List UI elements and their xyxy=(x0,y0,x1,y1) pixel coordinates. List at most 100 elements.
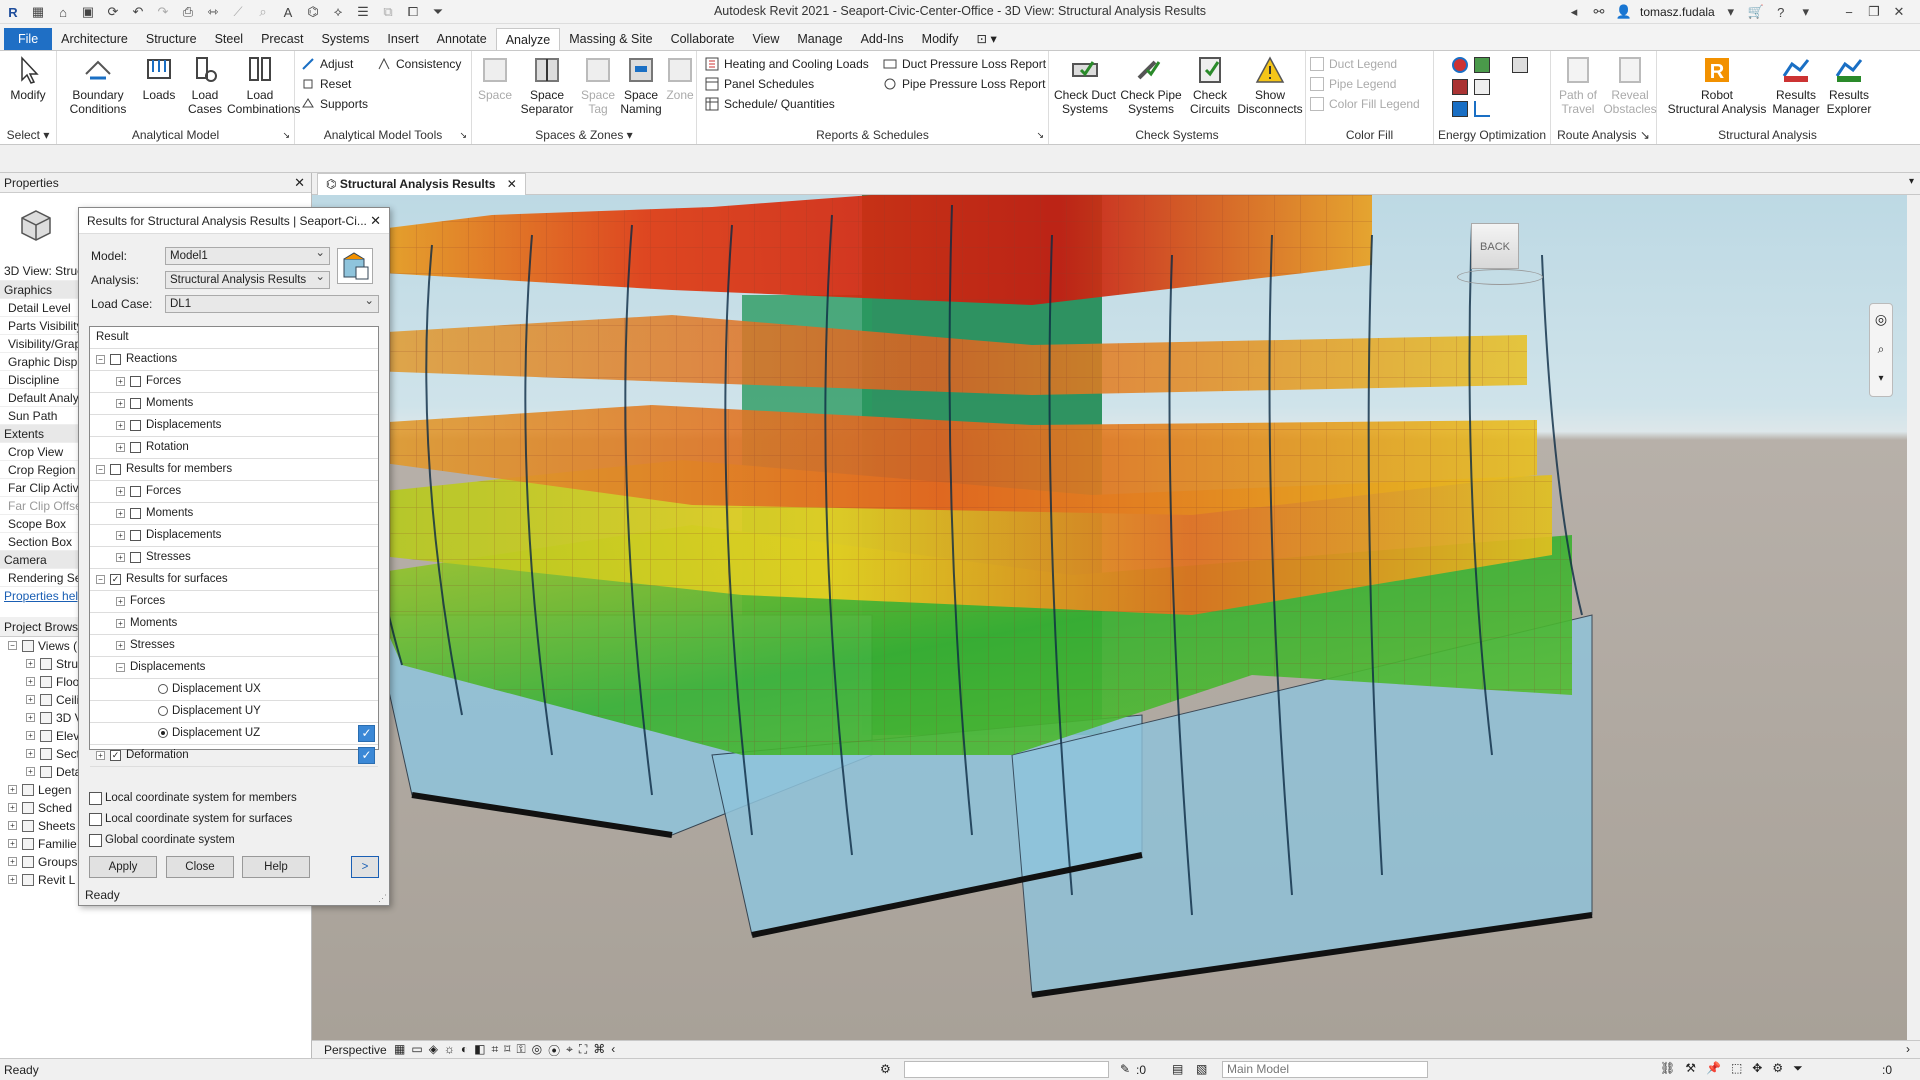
expand-icon[interactable]: + xyxy=(26,713,35,722)
result-tree-item[interactable]: + Forces xyxy=(90,591,378,613)
coordinate-option-checkbox[interactable]: Global coordinate system xyxy=(89,832,235,848)
result-tree-item[interactable]: Displacement UX xyxy=(90,679,378,701)
sun-path-icon[interactable]: ☼ xyxy=(444,1042,455,1059)
select-links-icon[interactable]: ⛓ xyxy=(1660,1061,1675,1076)
result-tree-item[interactable]: − Reactions xyxy=(90,349,378,371)
load-combinations-button[interactable]: Load Combinations xyxy=(227,54,300,116)
analysis-settings-button[interactable] xyxy=(337,248,373,284)
result-checkbox[interactable] xyxy=(130,442,141,453)
redo-icon[interactable]: ↷ xyxy=(154,3,172,21)
tab-analyze[interactable]: Analyze xyxy=(495,28,561,50)
tab-structural-analysis-results[interactable]: ⌬ Structural Analysis Results ✕ xyxy=(317,173,526,195)
apply-button[interactable]: Apply xyxy=(89,856,157,878)
filter-icon[interactable]: ⏷ xyxy=(1793,1061,1803,1076)
panel-launcher-icon[interactable]: ↘ xyxy=(282,130,290,141)
drag-elements-icon[interactable]: ✥ xyxy=(1752,1061,1762,1076)
duct-pressure-button[interactable]: Duct Pressure Loss Report xyxy=(883,54,1046,74)
revit-logo-icon[interactable]: R xyxy=(4,3,22,21)
result-checkbox[interactable] xyxy=(130,530,141,541)
resize-grip-icon[interactable]: ⋰ xyxy=(378,893,387,904)
render-icon[interactable]: ◧ xyxy=(474,1042,485,1059)
cart-icon[interactable]: 🛒 xyxy=(1747,3,1765,21)
energy-model-icon[interactable] xyxy=(1474,57,1490,73)
result-tree-item[interactable]: − Results for members xyxy=(90,459,378,481)
expand-icon[interactable]: + xyxy=(8,821,17,830)
close-button[interactable]: Close xyxy=(166,856,234,878)
pipe-legend-button[interactable]: Pipe Legend xyxy=(1310,74,1396,94)
user-name[interactable]: tomasz.fudala xyxy=(1640,5,1715,19)
result-tree-item[interactable]: − Displacements xyxy=(90,657,378,679)
result-tree-item[interactable]: + Moments xyxy=(90,613,378,635)
results-explorer-button[interactable]: Results Explorer xyxy=(1823,54,1875,116)
home-icon[interactable]: ▦ xyxy=(29,3,47,21)
help-button[interactable]: Help xyxy=(242,856,310,878)
collapse-icon[interactable]: − xyxy=(96,465,105,474)
tab-massing-site[interactable]: Massing & Site xyxy=(560,28,661,50)
help-dropdown-icon[interactable]: ▾ xyxy=(1797,3,1815,21)
result-tree-item[interactable]: + Stresses xyxy=(90,635,378,657)
tab-collaborate[interactable]: Collaborate xyxy=(662,28,744,50)
result-checkbox[interactable] xyxy=(110,354,121,365)
result-tree-item[interactable]: + Stresses xyxy=(90,547,378,569)
expand-icon[interactable]: + xyxy=(116,531,125,540)
boundary-conditions-button[interactable]: Boundary Conditions xyxy=(63,54,133,116)
view-cube-compass[interactable] xyxy=(1457,269,1543,285)
expand-icon[interactable]: + xyxy=(26,659,35,668)
dimension-icon[interactable]: ⟋ xyxy=(229,3,247,21)
visual-style-icon[interactable]: ◈ xyxy=(429,1042,438,1059)
tab-insert[interactable]: Insert xyxy=(378,28,427,50)
result-checkbox[interactable] xyxy=(130,552,141,563)
collapse-icon[interactable]: − xyxy=(116,663,125,672)
expand-icon[interactable]: + xyxy=(96,751,105,760)
result-radio[interactable] xyxy=(158,706,168,716)
scroll-right-icon[interactable]: › xyxy=(1906,1042,1910,1056)
expand-icon[interactable]: + xyxy=(116,399,125,408)
panel-launcher-icon[interactable]: ↘ xyxy=(459,130,467,141)
highlight-icon[interactable]: ⛶ xyxy=(579,1042,587,1059)
text-icon[interactable]: A xyxy=(279,3,297,21)
more-button[interactable]: > xyxy=(351,856,379,878)
crop-view-icon[interactable]: ⌗ xyxy=(492,1042,499,1059)
energy-compare-icon[interactable] xyxy=(1474,79,1490,95)
binoculars-icon[interactable]: ⚯ xyxy=(1590,3,1608,21)
tab-annotate[interactable]: Annotate xyxy=(428,28,496,50)
user-icon[interactable]: 👤 xyxy=(1615,3,1633,21)
analytical-model-icon[interactable]: ⌖ xyxy=(566,1042,573,1059)
zone-button[interactable]: Zone xyxy=(664,54,696,102)
expand-icon[interactable]: + xyxy=(26,731,35,740)
select-underlay-icon[interactable]: ⚒ xyxy=(1685,1061,1696,1076)
expand-icon[interactable]: + xyxy=(26,767,35,776)
check-pipe-button[interactable]: Check Pipe Systems xyxy=(1119,54,1183,116)
color-fill-legend-button[interactable]: Color Fill Legend xyxy=(1310,94,1420,114)
consistency-button[interactable]: Consistency xyxy=(377,54,461,74)
view-cube-face[interactable]: BACK xyxy=(1471,223,1519,269)
tab-modify[interactable]: Modify xyxy=(913,28,968,50)
sync-icon[interactable]: ⟳ xyxy=(104,3,122,21)
result-tree-item[interactable]: + Moments xyxy=(90,393,378,415)
result-tree-item[interactable]: + Rotation xyxy=(90,437,378,459)
tab-steel[interactable]: Steel xyxy=(206,28,253,50)
model-select[interactable]: Model1 xyxy=(165,245,330,265)
zoom-icon[interactable]: ⌕ xyxy=(1870,334,1892,364)
expand-icon[interactable]: + xyxy=(8,803,17,812)
open-icon[interactable]: ⌂ xyxy=(54,3,72,21)
check-duct-button[interactable]: Check Duct Systems xyxy=(1053,54,1117,116)
close-icon[interactable]: ✕ xyxy=(507,177,517,191)
expand-icon[interactable]: + xyxy=(116,641,125,650)
result-radio[interactable] xyxy=(158,728,168,738)
energy-building-icon[interactable] xyxy=(1452,101,1468,117)
expand-icon[interactable]: + xyxy=(8,857,17,866)
customize-qa-icon[interactable]: ⏷ xyxy=(429,3,447,21)
tag-icon[interactable]: ⌕ xyxy=(254,3,272,21)
switch-windows-icon[interactable]: ⧠ xyxy=(404,3,422,21)
pipe-pressure-button[interactable]: Pipe Pressure Loss Report xyxy=(883,74,1045,94)
route-label[interactable]: Route Analysis ↘ xyxy=(1551,128,1656,142)
result-checkbox[interactable] xyxy=(130,398,141,409)
check-circuits-button[interactable]: Check Circuits xyxy=(1185,54,1235,116)
workset-icon[interactable]: ⚙ xyxy=(880,1062,891,1076)
select-by-face-icon[interactable]: ⬚ xyxy=(1731,1061,1742,1076)
restore-icon[interactable]: ❐ xyxy=(1865,3,1883,21)
undo-icon[interactable]: ↶ xyxy=(129,3,147,21)
reset-button[interactable]: Reset xyxy=(301,74,351,94)
result-checkbox[interactable]: ✓ xyxy=(110,750,121,761)
